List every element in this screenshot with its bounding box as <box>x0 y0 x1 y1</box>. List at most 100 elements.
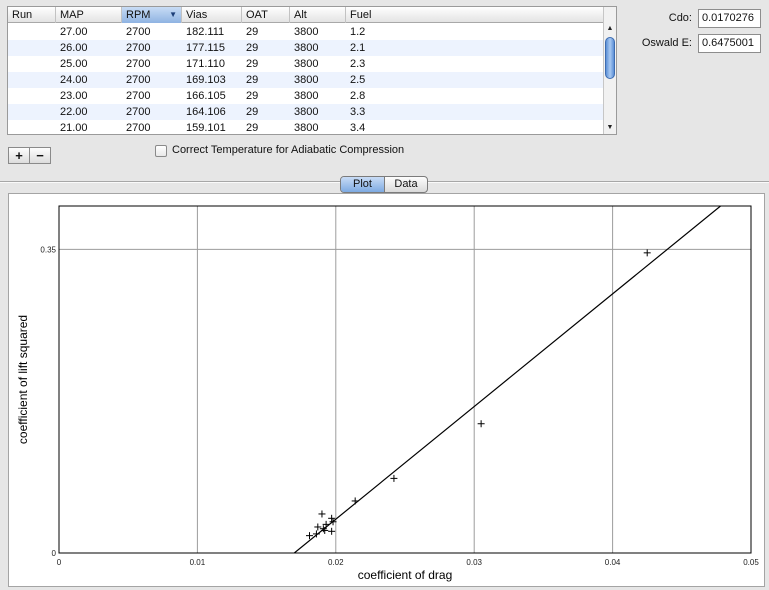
cell-run <box>8 24 56 40</box>
scroll-down-arrow-icon[interactable]: ▼ <box>604 122 616 134</box>
table-row[interactable]: 24.00 2700 169.103 29 3800 2.5 <box>8 72 604 88</box>
table-vertical-scrollbar[interactable]: ▲ ▼ <box>603 7 616 134</box>
cell-vias: 177.115 <box>186 42 225 54</box>
cell-rpm: 2700 <box>126 106 151 118</box>
cell-fuel: 3.4 <box>350 122 366 134</box>
table-row[interactable]: 22.00 2700 164.106 29 3800 3.3 <box>8 104 604 120</box>
remove-row-button[interactable]: − <box>29 147 51 164</box>
cell-map: 27.00 <box>60 26 88 38</box>
x-axis-label: coefficient of drag <box>358 568 453 582</box>
scroll-up-arrow-icon[interactable]: ▲ <box>604 23 616 35</box>
y-axis-label: coefficient of lift squared <box>16 315 30 444</box>
column-header-oat[interactable]: OAT <box>242 7 290 23</box>
cell-vias: 171.110 <box>186 58 225 70</box>
cell-fuel: 3.3 <box>350 106 366 118</box>
table-row[interactable]: 27.00 2700 182.111 29 3800 1.2 <box>8 24 604 40</box>
cell-fuel: 1.2 <box>350 26 366 38</box>
cell-alt: 3800 <box>294 122 319 134</box>
cell-fuel: 2.1 <box>350 42 366 54</box>
data-point <box>321 526 329 534</box>
table-row[interactable]: 25.00 2700 171.110 29 3800 2.3 <box>8 56 604 72</box>
tab-plot[interactable]: Plot <box>341 177 384 192</box>
cell-alt: 3800 <box>294 26 319 38</box>
cell-alt: 3800 <box>294 90 319 102</box>
data-point <box>351 497 359 505</box>
cell-alt: 3800 <box>294 42 319 54</box>
cell-rpm: 2700 <box>126 42 151 54</box>
table-header: Run MAP RPM ▼ Vias OAT Alt Fuel <box>8 7 604 23</box>
column-header-rpm[interactable]: RPM ▼ <box>122 7 182 23</box>
cell-vias: 166.105 <box>186 90 226 102</box>
column-header-run[interactable]: Run <box>8 7 56 23</box>
cell-map: 23.00 <box>60 90 88 102</box>
cell-oat: 29 <box>246 74 259 86</box>
cell-rpm: 2700 <box>126 74 151 86</box>
column-header-fuel[interactable]: Fuel <box>346 7 604 23</box>
view-segmented-control: Plot Data <box>340 176 428 193</box>
oswald-field[interactable]: 0.6475001 <box>698 34 761 53</box>
x-tick-label: 0.05 <box>743 558 759 567</box>
cell-rpm: 2700 <box>126 58 151 70</box>
x-tick-label: 0.01 <box>190 558 206 567</box>
data-point <box>328 527 336 535</box>
cell-run <box>8 56 56 72</box>
table-body: 27.00 2700 182.111 29 3800 1.2 26.00 2700 177.11… <box>8 24 604 134</box>
cell-rpm: 2700 <box>126 90 151 102</box>
cdo-field[interactable]: 0.0170276 <box>698 9 761 28</box>
column-header-vias[interactable]: Vias <box>182 7 242 23</box>
cell-oat: 29 <box>246 122 259 134</box>
data-point <box>643 249 651 257</box>
column-header-map[interactable]: MAP <box>56 7 122 23</box>
cell-oat: 29 <box>246 90 259 102</box>
cell-vias: 164.106 <box>186 106 226 118</box>
data-point <box>314 523 322 531</box>
table-row[interactable]: 23.00 2700 166.105 29 3800 2.8 <box>8 88 604 104</box>
cell-rpm: 2700 <box>126 26 151 38</box>
scrollbar-thumb[interactable] <box>605 37 615 79</box>
adiabatic-correction-label: Correct Temperature for Adiabatic Compre… <box>172 144 405 156</box>
adiabatic-correction-checkbox[interactable] <box>155 145 167 157</box>
cell-alt: 3800 <box>294 106 319 118</box>
cell-fuel: 2.5 <box>350 74 366 86</box>
cell-alt: 3800 <box>294 74 319 86</box>
y-tick-label: 0.35 <box>40 245 56 254</box>
data-table[interactable]: Run MAP RPM ▼ Vias OAT Alt Fuel 27.00 270… <box>7 6 617 135</box>
table-row[interactable]: 26.00 2700 177.115 29 3800 2.1 <box>8 40 604 56</box>
cell-vias: 182.111 <box>186 26 225 38</box>
cell-oat: 29 <box>246 42 259 54</box>
add-row-button[interactable]: + <box>8 147 30 164</box>
cell-map: 22.00 <box>60 106 88 118</box>
x-tick-label: 0.03 <box>466 558 482 567</box>
cell-run <box>8 40 56 56</box>
data-point <box>477 420 485 428</box>
cell-oat: 29 <box>246 106 259 118</box>
cell-map: 25.00 <box>60 58 88 70</box>
data-point <box>318 510 326 518</box>
scatter-chart: 0 0.01 0.02 0.03 0.04 0.05 0 0.35 coefficient of… <box>16 205 759 582</box>
oswald-label: Oswald E: <box>641 37 692 49</box>
cell-oat: 29 <box>246 26 259 38</box>
data-point <box>390 474 398 482</box>
cell-run <box>8 120 56 134</box>
cell-vias: 159.101 <box>186 122 226 134</box>
cell-alt: 3800 <box>294 58 319 70</box>
column-header-rpm-label: RPM <box>126 9 151 21</box>
plot-frame <box>58 205 752 554</box>
cell-map: 21.00 <box>60 122 88 134</box>
cell-vias: 169.103 <box>186 74 226 86</box>
cell-run <box>8 72 56 88</box>
cell-run <box>8 104 56 120</box>
cell-map: 26.00 <box>60 42 88 54</box>
cell-fuel: 2.3 <box>350 58 366 70</box>
column-header-alt[interactable]: Alt <box>290 7 346 23</box>
x-tick-label: 0 <box>57 558 62 567</box>
sort-descending-icon: ▼ <box>169 10 177 19</box>
tab-data[interactable]: Data <box>385 177 427 192</box>
x-tick-label: 0.02 <box>328 558 344 567</box>
cell-rpm: 2700 <box>126 122 151 134</box>
cell-map: 24.00 <box>60 74 88 86</box>
cell-oat: 29 <box>246 58 259 70</box>
y-tick-label: 0 <box>52 549 57 558</box>
table-row[interactable]: 21.00 2700 159.101 29 3800 3.4 <box>8 120 604 134</box>
cell-run <box>8 88 56 104</box>
